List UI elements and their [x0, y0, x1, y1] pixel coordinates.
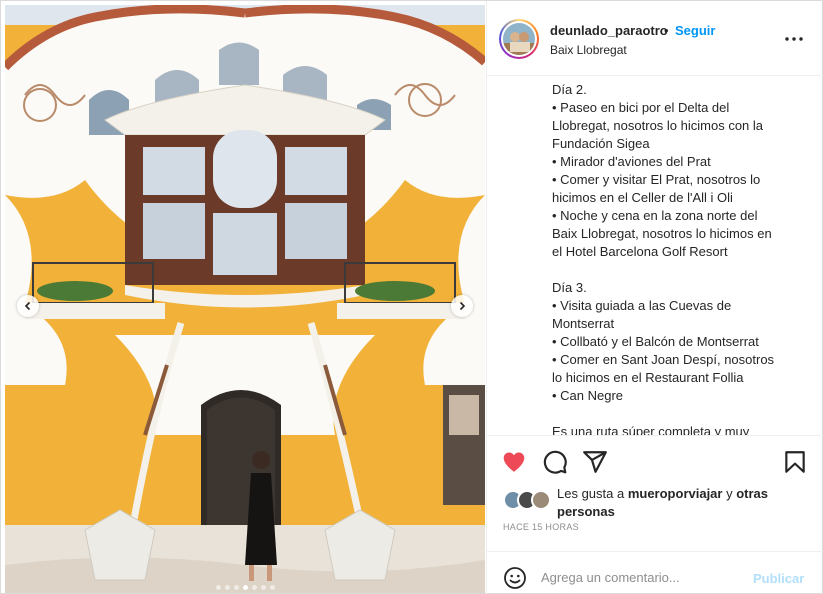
carousel-dot: [224, 585, 230, 590]
building-facade-image: [5, 5, 485, 593]
caption-area[interactable]: Día 2. • Paseo en bici por el Delta del Ll…: [487, 76, 823, 436]
more-options-icon: [785, 37, 803, 41]
carousel-indicator: [5, 585, 485, 590]
likes-text: Les gusta a mueroporviajar y otras perso…: [557, 485, 797, 521]
caption-line: Día 3.: [552, 280, 587, 295]
caption-line: Llobregat, nosotros lo hicimos con la: [552, 118, 764, 133]
caption-line: • Comer en Sant Joan Despí, nosotros: [552, 352, 775, 367]
caption-line: • Visita guiada a las Cuevas de: [552, 298, 732, 313]
carousel-dot: [233, 585, 239, 590]
liker-username-link[interactable]: mueroporviajar: [628, 486, 723, 501]
profile-photo-icon: [503, 23, 535, 55]
action-bar: [487, 437, 823, 485]
post-side-panel: deunlado_paraotro • Seguir Baix Llobrega…: [486, 1, 823, 594]
likes-prefix: Les gusta a: [557, 486, 628, 501]
bookmark-icon: [785, 451, 805, 473]
post-photo[interactable]: [5, 5, 485, 593]
comment-input[interactable]: [541, 566, 741, 588]
next-slide-button[interactable]: [451, 295, 473, 317]
comment-icon: [543, 450, 567, 474]
separator-dot: •: [664, 23, 669, 38]
caption-line: Es una ruta súper completa y muy: [552, 424, 750, 436]
comment-bar: Publicar: [487, 551, 823, 594]
likes-middle: y: [722, 486, 737, 501]
caption-line: • Paseo en bici por el Delta del: [552, 100, 730, 115]
liker-avatars[interactable]: [503, 490, 555, 510]
more-options-button[interactable]: [782, 27, 806, 51]
share-button[interactable]: [582, 449, 608, 475]
publish-button[interactable]: Publicar: [753, 571, 804, 586]
username-link[interactable]: deunlado_paraotro: [550, 23, 668, 38]
instagram-post: deunlado_paraotro • Seguir Baix Llobrega…: [0, 0, 823, 594]
caption-line: el Hotel Barcelona Golf Resort: [552, 244, 728, 259]
caption-line: • Can Negre: [552, 388, 624, 403]
caption-line: lo hicimos en el Restaurant Follia: [552, 370, 744, 385]
heart-icon: [503, 452, 525, 472]
caption-line: hicimos en el Celler de l'All i Oli: [552, 190, 733, 205]
share-icon: [583, 451, 607, 473]
caption-text: Día 2. • Paseo en bici por el Delta del Ll…: [552, 81, 812, 436]
chevron-left-icon: [24, 301, 31, 311]
comment-button[interactable]: [542, 449, 568, 475]
caption-line: Día 2.: [552, 82, 587, 97]
carousel-dot-active: [242, 585, 248, 590]
post-header: deunlado_paraotro • Seguir Baix Llobrega…: [487, 1, 823, 76]
caption-line: Montserrat: [552, 316, 615, 331]
previous-slide-button[interactable]: [17, 295, 39, 317]
caption-line: • Comer y visitar El Prat, nosotros lo: [552, 172, 761, 187]
follow-button[interactable]: Seguir: [675, 23, 715, 38]
caption-line: • Collbató y el Balcón de Montserrat: [552, 334, 759, 349]
carousel-dot: [215, 585, 221, 590]
caption-line: • Mirador d'aviones del Prat: [552, 154, 711, 169]
emoji-button[interactable]: [503, 566, 527, 590]
liker-avatar: [531, 490, 551, 510]
carousel-dot: [269, 585, 275, 590]
caption-line: • Noche y cena en la zona norte del: [552, 208, 758, 223]
carousel-dot: [251, 585, 257, 590]
post-timestamp[interactable]: HACE 15 HORAS: [503, 522, 579, 532]
avatar[interactable]: [499, 19, 539, 59]
like-button[interactable]: [501, 449, 527, 475]
chevron-right-icon: [459, 301, 466, 311]
caption-line: Fundación Sigea: [552, 136, 650, 151]
location-link[interactable]: Baix Llobregat: [550, 43, 627, 57]
carousel-dot: [260, 585, 266, 590]
save-button[interactable]: [782, 449, 808, 475]
caption-line: Baix Llobregat, nosotros lo hicimos en: [552, 226, 772, 241]
emoji-icon: [504, 567, 526, 589]
